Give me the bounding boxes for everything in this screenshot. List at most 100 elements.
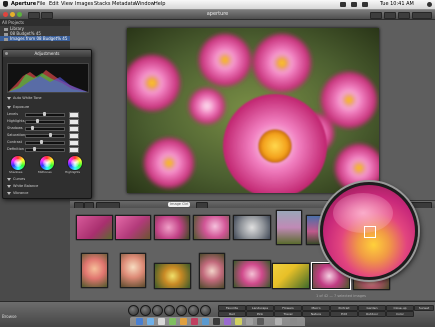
shadows-field[interactable]: [69, 126, 79, 132]
volume-icon[interactable]: [351, 2, 357, 7]
project-row-selected[interactable]: Images from 08 Budget% 45: [0, 36, 70, 41]
menu-window[interactable]: Window: [135, 0, 155, 9]
trash-icon[interactable]: [290, 318, 297, 325]
keyword-button[interactable]: Sunset: [414, 305, 434, 311]
wifi-icon[interactable]: [340, 2, 346, 7]
hud-titlebar[interactable]: Adjustments: [3, 50, 91, 57]
window-titlebar: aperture: [0, 10, 435, 20]
thumbnail[interactable]: [233, 260, 271, 288]
aperture-icon[interactable]: [213, 318, 220, 325]
loupe-magnifier[interactable]: [320, 182, 418, 280]
search-input[interactable]: Image Ctrl: [168, 202, 190, 207]
toolbar-button[interactable]: [398, 12, 410, 19]
rotate-right-button[interactable]: [164, 305, 175, 316]
finder-icon[interactable]: [136, 318, 143, 325]
loupe-highlight: [333, 193, 393, 233]
menu-clock[interactable]: Tue 10:41 AM: [380, 0, 414, 9]
disclosure-icon[interactable]: [7, 184, 11, 188]
highlights-slider[interactable]: [25, 120, 65, 124]
section-curves[interactable]: Curves: [7, 177, 25, 182]
saturation-field[interactable]: [69, 133, 79, 139]
system-preferences-icon[interactable]: [246, 318, 253, 325]
rating-button[interactable]: [188, 305, 199, 316]
thumbnail[interactable]: [233, 215, 271, 240]
levels-field[interactable]: [69, 112, 79, 118]
address-book-icon[interactable]: [180, 318, 187, 325]
menu-file[interactable]: File: [37, 0, 45, 9]
adjustments-hud[interactable]: Adjustments Auto White Tone Exposure Lev…: [2, 49, 92, 199]
menu-images[interactable]: Images: [75, 0, 93, 9]
iphoto-icon[interactable]: [202, 318, 209, 325]
keyword-button[interactable]: Nature: [302, 311, 330, 317]
close-icon[interactable]: [5, 52, 8, 55]
reject-button[interactable]: [176, 305, 187, 316]
keyword-button[interactable]: Edit: [330, 311, 358, 317]
adj-row-exposure[interactable]: Exposure: [7, 105, 29, 110]
imovie-icon[interactable]: [224, 318, 231, 325]
highlights-field[interactable]: [69, 119, 79, 125]
thumbnail[interactable]: [276, 210, 302, 245]
thumbnail[interactable]: [154, 263, 191, 289]
battery-icon[interactable]: [362, 2, 368, 7]
mail-icon[interactable]: [158, 318, 165, 325]
adj-row-shadows: Shadows: [7, 126, 23, 130]
color-wheel-midtones[interactable]: [39, 155, 55, 171]
section-vibrance[interactable]: Vibrance: [7, 191, 28, 196]
wheel-label: Shadows: [9, 170, 23, 174]
apple-icon[interactable]: [3, 1, 8, 7]
saturation-knob[interactable]: [49, 133, 52, 137]
downloads-icon[interactable]: [275, 318, 282, 325]
shadows-knob[interactable]: [31, 126, 34, 130]
disclosure-icon[interactable]: [7, 177, 11, 181]
toolbar-button[interactable]: [384, 12, 396, 19]
thumbnail[interactable]: [76, 215, 113, 240]
wheel-label: Highlights: [65, 170, 81, 174]
mode-label: Browse: [2, 314, 17, 319]
saturation-slider[interactable]: [25, 134, 65, 138]
color-wheel-highlights[interactable]: [67, 155, 83, 171]
toolbar-button[interactable]: [412, 12, 432, 19]
menu-view[interactable]: View: [61, 0, 73, 9]
next-image-button[interactable]: [140, 305, 151, 316]
thumbnail[interactable]: [115, 215, 151, 240]
thumbnail[interactable]: [272, 263, 310, 289]
adj-row-auto[interactable]: Auto White Tone: [7, 96, 42, 101]
disclosure-icon[interactable]: [7, 191, 11, 195]
rotate-left-button[interactable]: [152, 305, 163, 316]
disclosure-icon[interactable]: [7, 96, 11, 100]
definition-knob[interactable]: [33, 147, 36, 151]
menu-stacks[interactable]: Stacks: [94, 0, 110, 9]
menu-edit[interactable]: Edit: [49, 0, 59, 9]
disclosure-icon[interactable]: [7, 105, 11, 109]
app-icon[interactable]: [257, 318, 264, 325]
color-wheel-shadows[interactable]: [10, 155, 26, 171]
itunes-icon[interactable]: [191, 318, 198, 325]
app-menu[interactable]: Aperture: [11, 0, 36, 9]
thumbnail[interactable]: [193, 215, 230, 240]
toolbar-button[interactable]: [370, 12, 382, 19]
thumbnail[interactable]: [199, 253, 225, 289]
keyword-button[interactable]: Outdoor: [358, 311, 386, 317]
previous-image-button[interactable]: [128, 305, 139, 316]
image-viewer[interactable]: [70, 20, 435, 200]
menu-help[interactable]: Help: [154, 0, 165, 9]
thumbnail[interactable]: [120, 253, 146, 288]
adj-row-highlights: Highlights: [7, 119, 25, 123]
menu-metadata[interactable]: Metadata: [112, 0, 136, 9]
definition-slider[interactable]: [25, 148, 65, 152]
thumbnail[interactable]: [81, 253, 108, 288]
levels-knob[interactable]: [43, 112, 46, 116]
ichat-icon[interactable]: [169, 318, 176, 325]
contrast-knob[interactable]: [40, 140, 43, 144]
highlights-knob[interactable]: [36, 119, 39, 123]
section-white-balance[interactable]: White Balance: [7, 184, 38, 189]
keyword-button[interactable]: Color: [386, 311, 414, 317]
thumbnail[interactable]: [154, 215, 190, 240]
garageband-icon[interactable]: [235, 318, 242, 325]
contrast-field[interactable]: [69, 140, 79, 146]
safari-icon[interactable]: [147, 318, 154, 325]
definition-field[interactable]: [69, 147, 79, 153]
spotlight-icon[interactable]: [427, 2, 432, 7]
contrast-slider[interactable]: [25, 141, 65, 145]
approve-button[interactable]: [200, 305, 211, 316]
